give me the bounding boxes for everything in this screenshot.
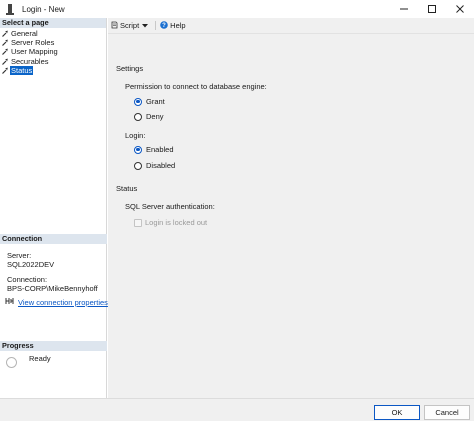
- connection-properties-icon: [5, 297, 14, 307]
- help-label: Help: [170, 21, 186, 30]
- progress-header: Progress: [0, 341, 107, 351]
- page-label: User Mapping: [11, 47, 58, 57]
- wrench-icon: [2, 67, 8, 74]
- settings-heading: Settings: [116, 64, 144, 73]
- page-item-general[interactable]: General: [0, 29, 106, 38]
- title-bar: Login - New: [0, 0, 474, 18]
- page-label: Server Roles: [11, 38, 55, 48]
- minimize-icon: [400, 8, 408, 10]
- enabled-radio[interactable]: Enabled: [134, 145, 174, 154]
- close-button[interactable]: [446, 0, 474, 18]
- progress-section: Progress Ready: [0, 341, 107, 368]
- sql-auth-label: SQL Server authentication:: [125, 202, 215, 211]
- page-item-user-mapping[interactable]: User Mapping: [0, 47, 106, 56]
- cancel-button[interactable]: Cancel: [424, 405, 470, 420]
- sql-server-icon: [6, 3, 14, 15]
- progress-status: Ready: [29, 354, 51, 363]
- page-label: General: [11, 29, 38, 38]
- chevron-down-icon[interactable]: [142, 21, 149, 30]
- script-icon: [111, 21, 118, 31]
- grant-radio[interactable]: Grant: [134, 97, 165, 106]
- radio-selected-icon[interactable]: [134, 145, 142, 154]
- progress-spinner-icon: [6, 357, 17, 368]
- help-button[interactable]: ? Help: [160, 20, 186, 31]
- wrench-icon: [2, 58, 8, 65]
- locked-out-checkbox: [134, 218, 142, 227]
- disabled-label: Disabled: [146, 161, 176, 170]
- wrench-icon: [2, 30, 8, 38]
- permission-label: Permission to connect to database engine…: [125, 82, 267, 91]
- server-value: SQL2022DEV: [7, 260, 55, 269]
- radio-unselected-icon[interactable]: [134, 112, 142, 121]
- radio-selected-icon[interactable]: [134, 97, 142, 106]
- wrench-icon: [2, 39, 8, 47]
- help-icon: ?: [160, 20, 168, 31]
- page-label: Status: [10, 65, 34, 75]
- locked-out-checkbox-row: Login is locked out: [134, 218, 207, 227]
- page-item-server-roles[interactable]: Server Roles: [0, 38, 106, 47]
- deny-label: Deny: [146, 112, 164, 121]
- toolbar-separator: [155, 21, 157, 30]
- maximize-button[interactable]: [418, 0, 446, 18]
- close-icon: [456, 5, 464, 13]
- enabled-label: Enabled: [146, 145, 174, 154]
- window-title: Login - New: [22, 4, 65, 14]
- left-panel: Select a page General Server Roles User …: [0, 18, 108, 398]
- server-label: Server:: [7, 251, 32, 260]
- view-connection-properties-link[interactable]: View connection properties: [18, 298, 108, 307]
- maximize-icon: [428, 5, 436, 13]
- select-page-header: Select a page: [0, 18, 106, 28]
- connection-header: Connection: [0, 234, 107, 244]
- content-panel: Script ? Help Settings Permission to con…: [108, 18, 474, 398]
- locked-out-label: Login is locked out: [145, 218, 208, 227]
- deny-radio[interactable]: Deny: [134, 112, 164, 121]
- wrench-icon: [2, 48, 8, 56]
- connection-value: BPS-CORP\MikeBennyhoff: [7, 284, 98, 293]
- script-label: Script: [120, 21, 140, 30]
- connection-section: Connection Server: SQL2022DEV Connection…: [0, 234, 108, 307]
- dialog-footer: OK Cancel: [0, 398, 474, 421]
- connection-label: Connection:: [7, 275, 48, 284]
- ok-button[interactable]: OK: [374, 405, 420, 420]
- script-button[interactable]: Script: [111, 21, 151, 31]
- page-label: Securables: [11, 56, 49, 66]
- page-item-securables[interactable]: Securables: [0, 57, 106, 66]
- radio-unselected-icon[interactable]: [134, 161, 142, 170]
- disabled-radio[interactable]: Disabled: [134, 161, 175, 170]
- svg-text:?: ?: [162, 23, 166, 29]
- grant-label: Grant: [146, 97, 165, 106]
- page-item-status[interactable]: Status: [0, 65, 106, 75]
- page-list: General Server Roles User Mapping Secura…: [0, 28, 106, 75]
- status-heading: Status: [116, 184, 138, 193]
- login-label: Login:: [125, 131, 146, 140]
- window-controls: [390, 0, 474, 18]
- toolbar: Script ? Help: [108, 18, 474, 34]
- minimize-button[interactable]: [390, 0, 418, 18]
